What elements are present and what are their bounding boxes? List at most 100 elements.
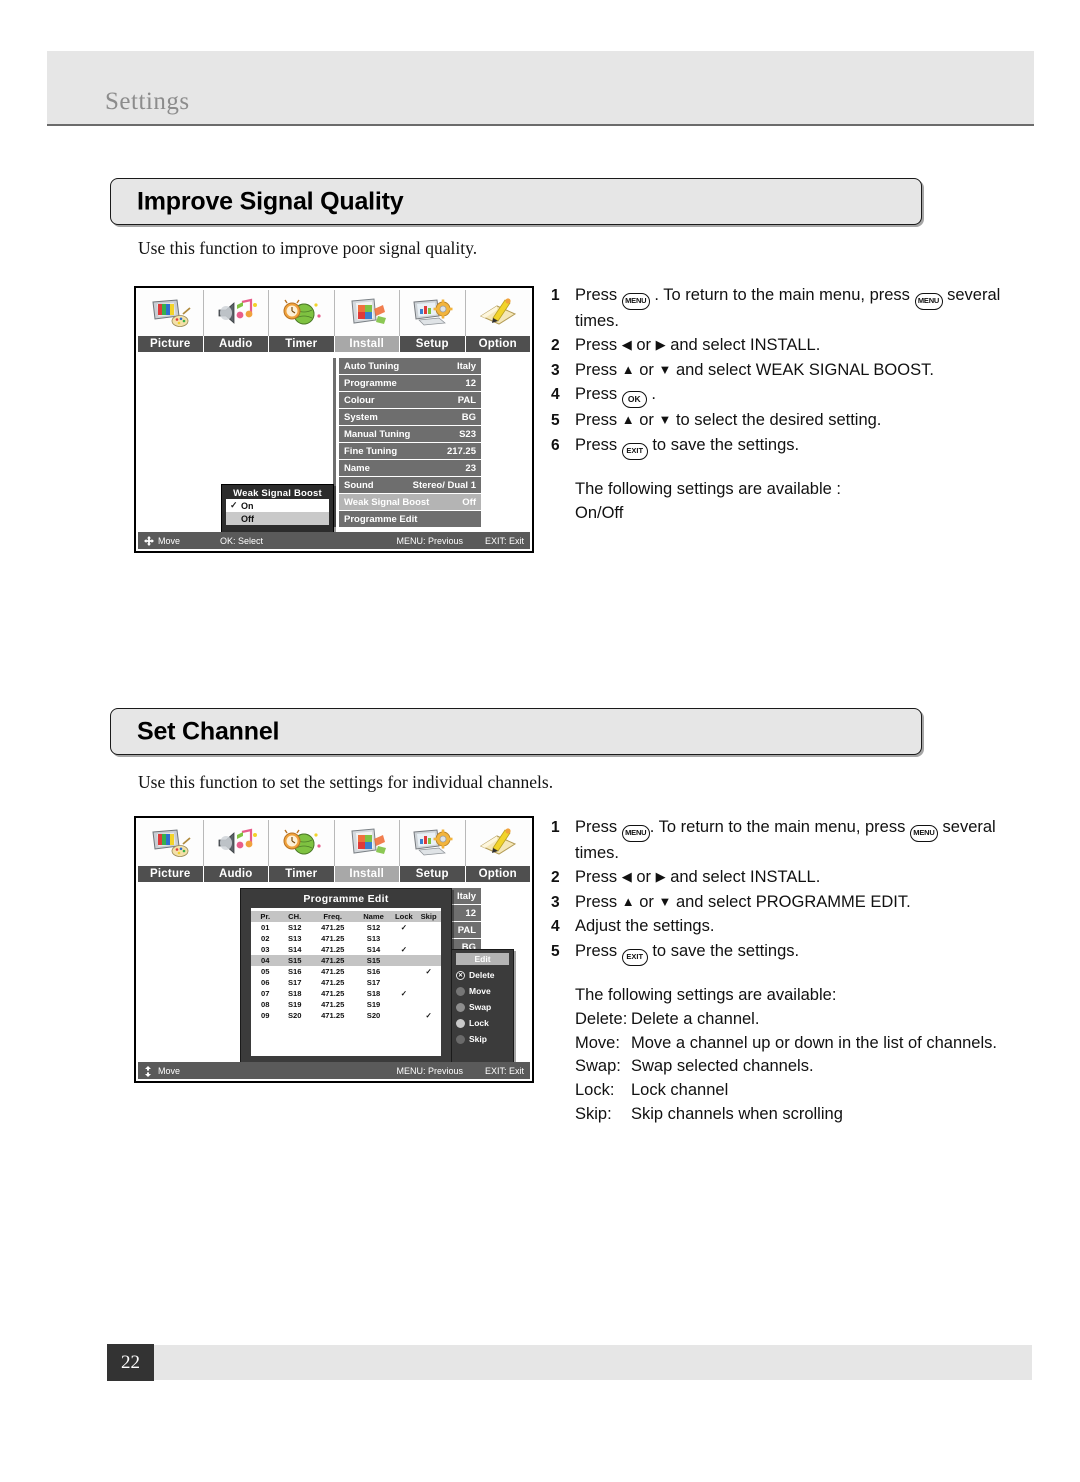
page-number: 22 [107,1344,154,1381]
table-row[interactable]: 03 S14 471.25 S14 ✓ [251,944,441,955]
install-menu-item-programme-edit[interactable]: Programme Edit [339,511,481,527]
install-menu-item-programme[interactable]: Programme 12 [339,375,481,391]
osd-icon-cell-option[interactable] [465,290,530,336]
key-panel-item-delete[interactable]: ✕ Delete [456,967,509,983]
menu-item-label: System [344,411,378,423]
osd-tab-option[interactable]: Option [465,336,530,352]
table-row[interactable]: 07 S18 471.25 S18 ✓ [251,988,441,999]
menu-key-icon: MENU [621,825,650,842]
osd-status-bar-2: Move MENU: Previous EXIT: Exit [138,1062,530,1079]
table-cell-lock: ✓ [400,989,408,998]
install-menu-item-colour[interactable]: Colour PAL [339,392,481,408]
osd-tab-timer[interactable]: Timer [269,336,335,352]
available-setting-label: Delete: [575,1009,628,1028]
osd-icon-cell-audio[interactable] [203,820,269,866]
osd-icon-cell-setup[interactable] [400,290,466,336]
osd-icon-cell-picture[interactable] [138,290,204,336]
table-cell-ch: S20 [287,1011,302,1020]
monitor-gear-icon [409,296,455,330]
menu-item-value: Italy [456,890,476,902]
section-heading-set-channel: Set Channel [110,708,922,755]
available-settings-note-2: The following settings are available: De… [575,967,1021,1128]
osd-tab-install[interactable]: Install [334,336,400,352]
osd-tab-install[interactable]: Install [334,866,400,882]
table-row[interactable]: 04 S15 471.25 S15 [251,955,441,966]
section-heading-label: Set Channel [137,717,280,745]
key-panel-item-skip[interactable]: Skip [456,1031,509,1047]
osd-icon-cell-option[interactable] [465,820,530,866]
osd-tab-audio[interactable]: Audio [203,336,269,352]
menu-item-label: Name [344,462,370,474]
table-row[interactable]: 02 S13 471.25 S13 [251,933,441,944]
table-cell-freq: 471.25 [309,955,356,966]
osd-tab-option[interactable]: Option [465,866,530,882]
osd-tab-label: Option [478,338,517,350]
table-row[interactable]: 08 S19 471.25 S19 [251,999,441,1010]
arrow-left-icon: ◀ [621,337,632,353]
osd-tab-setup[interactable]: Setup [400,866,466,882]
osd-icon-cell-timer[interactable] [269,290,335,336]
key-panel-item-lock[interactable]: Lock [456,1015,509,1031]
available-setting-row: Skip: Skip channels when scrolling [575,1103,1021,1127]
table-row[interactable]: 09 S20 471.25 S20 ✓ [251,1010,441,1021]
status-exit-label: EXIT: Exit [484,1065,524,1076]
menu-item-label: Sound [344,479,374,491]
tv-puzzle-icon [344,296,390,330]
arrow-right-icon: ▶ [655,869,666,885]
osd-icon-cell-setup[interactable] [400,820,466,866]
step-text: and select WEAK SIGNAL BOOST. [671,360,934,379]
page-section-title: Settings [105,88,190,115]
install-menu-item-weak-signal-boost[interactable]: Weak Signal Boost Off [339,494,481,510]
book-pencil-icon [475,296,521,330]
install-menu-item-auto-tuning[interactable]: Auto Tuning Italy [339,358,481,374]
menu-item-value: PAL [457,924,476,936]
weak-signal-option-on[interactable]: ✓ On [226,499,329,512]
osd-icon-cell-install[interactable] [334,820,400,866]
table-cell-lock [391,955,417,966]
weak-signal-option-label: On [241,500,254,511]
weak-signal-option-off[interactable]: Off [226,512,329,525]
status-exit-label: EXIT: Exit [484,535,524,546]
table-row[interactable]: 05 S16 471.25 S16 ✓ [251,966,441,977]
osd-icon-cell-picture[interactable] [138,820,204,866]
arrow-up-icon: ▲ [621,893,635,909]
table-cell-name: S14 [366,945,381,954]
table-cell-skip [416,955,441,966]
step-body: Press ◀ or ▶ and select INSTALL. [575,334,1021,357]
table-cell-freq: 471.25 [321,945,345,954]
arrow-down-icon: ▼ [658,893,672,909]
osd-icon-cell-install[interactable] [334,290,400,336]
instruction-step: 1 Press MENU. To return to the main menu,… [551,816,1021,865]
install-menu-item-manual-tuning[interactable]: Manual Tuning S23 [339,426,481,442]
osd-tab-timer[interactable]: Timer [269,866,335,882]
table-row[interactable]: 01 S12 471.25 S12 ✓ [251,922,441,933]
osd-tab-picture[interactable]: Picture [138,336,204,352]
menu-item-value: S23 [459,428,476,440]
osd-tab-picture[interactable]: Picture [138,866,204,882]
table-row[interactable]: 06 S17 471.25 S17 [251,977,441,988]
available-setting-label: Lock: [575,1081,615,1100]
step-number: 3 [551,361,560,379]
table-column-header: CH. [279,911,310,922]
osd-tab-label: Audio [218,338,253,350]
menu-item-label: Auto Tuning [344,360,400,372]
menu-item-value: 217.25 [446,445,476,457]
arrow-right-icon: ▶ [655,337,666,353]
osd-icon-cell-timer[interactable] [269,820,335,866]
osd-icon-cell-audio[interactable] [203,290,269,336]
key-panel-item-move[interactable]: Move [456,983,509,999]
book-pencil-icon [475,826,521,860]
key-panel-item-swap[interactable]: Swap [456,999,509,1015]
install-menu-item-fine-tuning[interactable]: Fine Tuning 217.25 [339,443,481,459]
install-menu-item-name[interactable]: Name 23 [339,460,481,476]
install-menu-item-sound[interactable]: Sound Stereo/ Dual 1 [339,477,481,493]
install-menu-item-system[interactable]: System BG [339,409,481,425]
osd-tab-setup[interactable]: Setup [400,336,466,352]
table-cell-pr: 03 [261,945,270,954]
section-heading-improve-signal-quality: Improve Signal Quality [110,178,922,225]
step-number: 5 [551,412,560,430]
osd-tab-audio[interactable]: Audio [203,866,269,882]
table-cell-ch: S13 [287,934,302,943]
osd-tab-label: Setup [415,338,449,350]
step-text: and select PROGRAMME EDIT. [671,892,911,911]
